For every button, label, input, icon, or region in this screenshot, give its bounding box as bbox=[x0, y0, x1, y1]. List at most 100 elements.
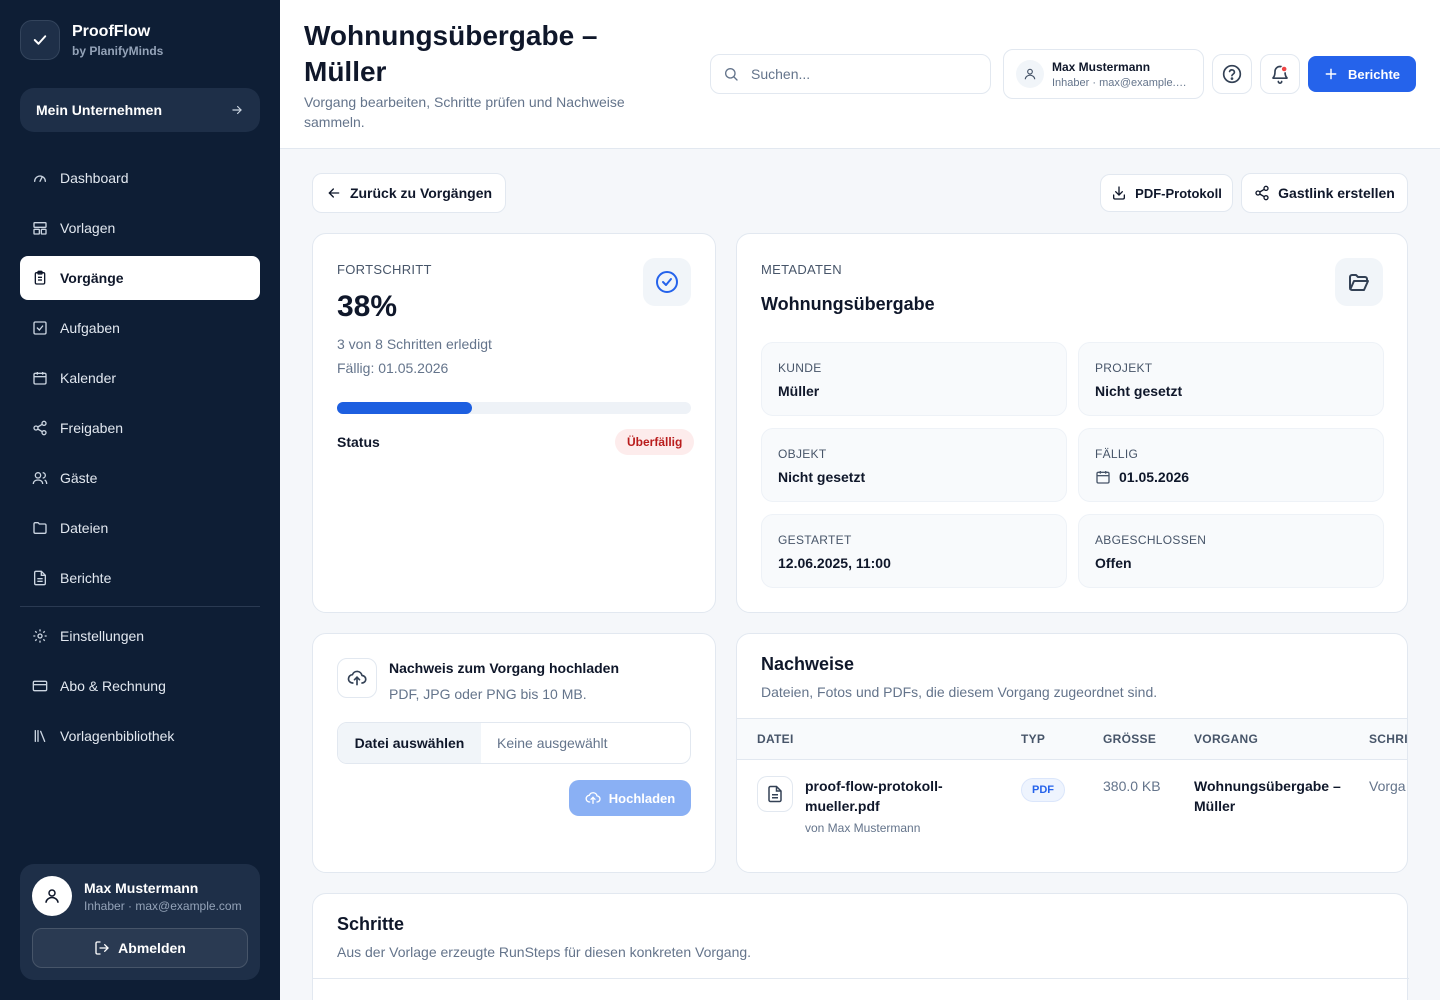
meta-label: KUNDE bbox=[778, 361, 822, 375]
file-size: 380.0 KB bbox=[1103, 778, 1161, 794]
meta-field-started: GESTARTET 12.06.2025, 11:00 bbox=[761, 514, 1067, 588]
page-subtitle: Vorgang bearbeiten, Schritte prüfen und … bbox=[304, 94, 625, 130]
calendar-icon bbox=[1096, 471, 1110, 484]
sidebar-item-aufgaben[interactable]: Aufgaben bbox=[20, 306, 260, 350]
file-process[interactable]: Wohnungsübergabe – Müller bbox=[1194, 776, 1344, 816]
sidebar-item-gaeste[interactable]: Gäste bbox=[20, 456, 260, 500]
sidebar-user-card: Max Mustermann Inhaber · max@example.com… bbox=[20, 864, 260, 980]
meta-label: FÄLLIG bbox=[1095, 447, 1139, 461]
sidebar-item-label: Vorlagen bbox=[60, 220, 116, 236]
sidebar-item-label: Dateien bbox=[60, 520, 109, 536]
meta-field-customer: KUNDE Müller bbox=[761, 342, 1067, 416]
file-input[interactable]: Datei auswählen Keine ausgewählt bbox=[337, 722, 691, 764]
search-icon bbox=[725, 68, 738, 81]
file-input-status: Keine ausgewählt bbox=[497, 735, 608, 751]
clipboard-icon bbox=[34, 270, 46, 285]
page-title: Wohnungsübergabe – Müller bbox=[304, 20, 598, 87]
guestlink-button[interactable]: Gastlink erstellen bbox=[1241, 173, 1408, 213]
search-input[interactable] bbox=[751, 66, 971, 82]
back-button[interactable]: Zurück zu Vorgängen bbox=[312, 173, 506, 213]
sidebar-item-label: Berichte bbox=[60, 570, 112, 586]
file-text-icon bbox=[768, 785, 782, 803]
sidebar-item-vorlagenbibliothek[interactable]: Vorlagenbibliothek bbox=[20, 714, 260, 758]
help-button[interactable] bbox=[1212, 54, 1252, 94]
progress-icon-tile bbox=[643, 258, 691, 306]
metadata-card: METADATEN Wohnungsübergabe KUNDE Müller … bbox=[736, 233, 1408, 613]
sidebar-item-vorgaenge[interactable]: Vorgänge bbox=[20, 256, 260, 300]
column-header-step[interactable]: SCHRI bbox=[1369, 732, 1407, 746]
cloud-upload-icon bbox=[347, 670, 367, 686]
download-icon bbox=[1113, 186, 1126, 200]
sidebar-nav: Dashboard Vorlagen Vorgänge Aufgaben Kal… bbox=[20, 156, 260, 764]
notifications-button[interactable] bbox=[1260, 54, 1300, 94]
check-logo-icon bbox=[20, 20, 60, 60]
progress-due: Fällig: 01.05.2026 bbox=[337, 360, 449, 376]
sidebar-item-berichte[interactable]: Berichte bbox=[20, 556, 260, 600]
column-header-file[interactable]: DATEI bbox=[757, 732, 794, 746]
credit-card-icon bbox=[32, 680, 48, 692]
meta-value: Nicht gesetzt bbox=[1095, 383, 1183, 399]
company-switcher[interactable]: Mein Unternehmen bbox=[20, 88, 260, 132]
sidebar-item-dashboard[interactable]: Dashboard bbox=[20, 156, 260, 200]
sidebar-item-vorlagen[interactable]: Vorlagen bbox=[20, 206, 260, 250]
sidebar-item-freigaben[interactable]: Freigaben bbox=[20, 406, 260, 450]
evidence-title: Nachweise bbox=[761, 654, 855, 674]
meta-field-completed: ABGESCHLOSSEN Offen bbox=[1078, 514, 1384, 588]
progress-card: FORTSCHRITT 38% 3 von 8 Schritten erledi… bbox=[312, 233, 716, 613]
upload-button-label: Hochladen bbox=[608, 790, 676, 806]
progress-percent: 38% bbox=[337, 290, 398, 323]
sidebar-item-abo[interactable]: Abo & Rechnung bbox=[20, 664, 260, 708]
meta-label: OBJEKT bbox=[778, 447, 827, 461]
brand[interactable]: ProofFlow by PlanifyMinds bbox=[20, 20, 163, 60]
sidebar-item-label: Vorgänge bbox=[60, 270, 124, 286]
file-name-link[interactable]: proof-flow-protokoll-mueller.pdf bbox=[805, 776, 965, 816]
avatar bbox=[1016, 60, 1044, 88]
progress-bar-fill bbox=[337, 402, 472, 414]
column-header-type[interactable]: TYP bbox=[1021, 732, 1045, 746]
brand-name: ProofFlow bbox=[72, 23, 151, 40]
column-header-process[interactable]: VORGANG bbox=[1194, 732, 1258, 746]
upload-button[interactable]: Hochladen bbox=[569, 780, 691, 816]
header-user-name: Max Mustermann bbox=[1052, 59, 1151, 74]
meta-label: ABGESCHLOSSEN bbox=[1095, 533, 1207, 547]
cloud-upload-icon bbox=[585, 792, 601, 804]
sidebar-item-dateien[interactable]: Dateien bbox=[20, 506, 260, 550]
steps-subtitle: Aus der Vorlage erzeugte RunSteps für di… bbox=[337, 944, 752, 960]
arrow-left-icon bbox=[328, 188, 340, 198]
reports-button-label: Berichte bbox=[1347, 66, 1401, 82]
search-box[interactable] bbox=[710, 54, 991, 94]
library-icon bbox=[34, 730, 46, 742]
upload-icon-tile bbox=[337, 658, 377, 698]
metadata-caption: METADATEN bbox=[761, 262, 842, 277]
avatar[interactable] bbox=[32, 876, 72, 916]
choose-file-button[interactable]: Datei auswählen bbox=[338, 723, 481, 763]
reports-button[interactable]: Berichte bbox=[1308, 56, 1416, 92]
pdf-protocol-button[interactable]: PDF-Protokoll bbox=[1100, 174, 1233, 212]
sidebar-item-kalender[interactable]: Kalender bbox=[20, 356, 260, 400]
file-text-icon bbox=[34, 570, 46, 586]
logout-icon bbox=[95, 941, 109, 955]
header-user-menu[interactable]: Max Mustermann Inhaber · max@example.com bbox=[1003, 49, 1204, 99]
check-circle-icon bbox=[656, 271, 678, 293]
sidebar-item-label: Vorlagenbibliothek bbox=[60, 728, 175, 744]
sidebar-item-label: Freigaben bbox=[60, 420, 124, 436]
logout-button[interactable]: Abmelden bbox=[32, 928, 248, 968]
steps-title: Schritte bbox=[337, 914, 405, 934]
sidebar-item-einstellungen[interactable]: Einstellungen bbox=[20, 614, 260, 658]
meta-value: Nicht gesetzt bbox=[778, 469, 866, 485]
upload-title: Nachweis zum Vorgang hochladen bbox=[389, 660, 620, 676]
steps-card: Schritte Aus der Vorlage erzeugte RunSte… bbox=[312, 893, 1409, 1000]
sidebar-item-label: Gäste bbox=[60, 470, 98, 486]
meta-value: Müller bbox=[778, 383, 820, 399]
user-icon bbox=[1024, 68, 1036, 80]
folder-open-icon bbox=[1349, 274, 1369, 291]
status-badge: Überfällig bbox=[615, 429, 695, 455]
column-header-size[interactable]: GRÖSSE bbox=[1103, 732, 1156, 746]
upload-hint: PDF, JPG oder PNG bis 10 MB. bbox=[389, 686, 587, 702]
progress-bar bbox=[337, 402, 691, 414]
file-type-badge: PDF bbox=[1021, 778, 1065, 802]
check-square-icon bbox=[33, 321, 47, 335]
users-icon bbox=[32, 472, 48, 485]
logout-label: Abmelden bbox=[118, 940, 186, 956]
status-label: Status bbox=[337, 434, 380, 450]
